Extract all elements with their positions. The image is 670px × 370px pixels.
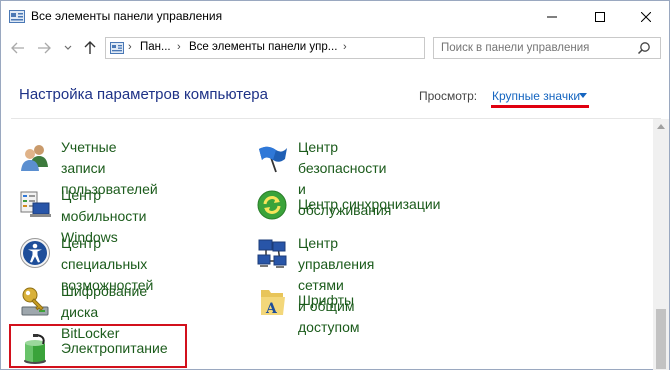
up-button[interactable]	[81, 38, 99, 58]
page-title: Настройка параметров компьютера	[19, 86, 268, 103]
navigation-bar: › Пан... › Все элементы панели упр... ›	[1, 33, 669, 63]
control-panel-icon	[110, 42, 124, 54]
arrow-up-icon	[84, 41, 96, 54]
breadcrumb-separator: ›	[343, 41, 347, 53]
back-button[interactable]	[9, 38, 27, 58]
view-mode-value: Крупные значки	[492, 89, 581, 103]
view-mode-dropdown[interactable]: Крупные значки	[491, 85, 589, 108]
highlight-frame	[9, 324, 187, 368]
breadcrumb-separator: ›	[177, 41, 181, 53]
search-input[interactable]	[433, 37, 661, 59]
fonts-folder-icon: A	[261, 290, 285, 317]
control-panel-window: Все элементы панели управления › Пан... …	[0, 0, 670, 370]
title-bar: Все элементы панели управления	[1, 1, 669, 33]
ease-of-access-icon	[20, 238, 50, 268]
recent-locations-button[interactable]	[59, 38, 77, 58]
breadcrumb-control-panel[interactable]: Пан...	[140, 41, 171, 53]
maximize-button[interactable]	[577, 1, 623, 33]
scroll-up-arrow-icon[interactable]	[657, 124, 665, 129]
flag-icon	[259, 146, 287, 173]
bitlocker-key-icon	[21, 287, 49, 316]
chevron-down-icon	[64, 45, 72, 50]
network-center-icon	[257, 239, 287, 268]
breadcrumb-all-items[interactable]: Все элементы панели упр...	[189, 41, 337, 53]
item-label: Центр управления сетями и общим доступом	[298, 235, 375, 335]
search-icon[interactable]	[637, 41, 651, 55]
maximize-icon	[595, 12, 605, 22]
close-icon	[641, 12, 651, 22]
view-label: Просмотр:	[419, 89, 478, 103]
highlight-underline	[491, 105, 589, 108]
arrow-left-icon	[11, 42, 24, 54]
scrollbar-thumb[interactable]	[656, 309, 666, 369]
users-icon	[21, 145, 48, 171]
control-panel-app-icon	[9, 10, 25, 23]
arrow-right-icon	[38, 42, 51, 54]
breadcrumb-separator: ›	[128, 41, 132, 53]
minimize-icon	[547, 16, 557, 18]
item-label: Шрифты	[298, 292, 355, 308]
minimize-button[interactable]	[529, 1, 575, 33]
forward-button[interactable]	[35, 38, 53, 58]
item-label: Центр синхронизации	[298, 196, 441, 212]
sync-center-icon	[257, 190, 287, 220]
close-button[interactable]	[623, 1, 669, 33]
address-bar[interactable]: › Пан... › Все элементы панели упр... ›	[105, 37, 522, 59]
header-divider	[11, 118, 661, 119]
svg-text:A: A	[265, 301, 278, 317]
window-title: Все элементы панели управления	[31, 9, 223, 23]
caret-down-icon	[579, 93, 587, 98]
mobility-center-icon	[20, 191, 51, 217]
vertical-scrollbar[interactable]	[653, 119, 669, 370]
